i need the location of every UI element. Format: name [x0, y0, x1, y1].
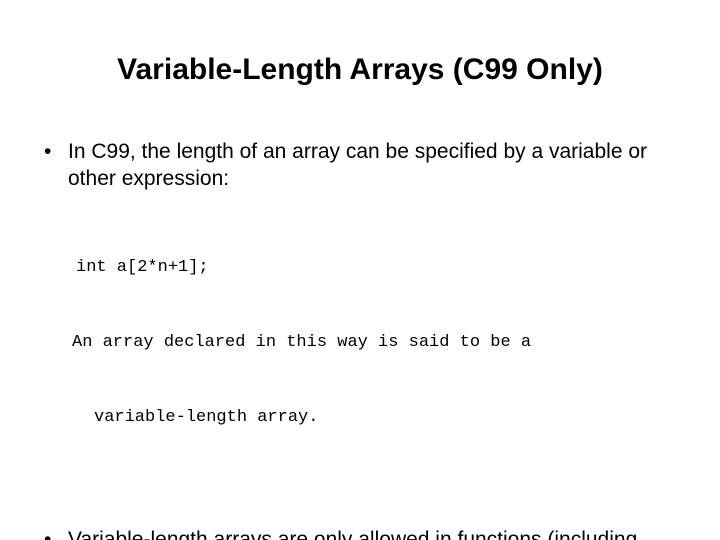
bullet-text-1: In C99, the length of an array can be sp…: [68, 140, 648, 190]
bullet-marker-icon: •: [44, 528, 52, 540]
bullet-item-2: • Variable-length arrays are only allowe…: [0, 526, 720, 540]
code-line-description: An array declared in this way is said to…: [72, 333, 532, 352]
slide-body: • In C99, the length of an array can be …: [0, 138, 720, 540]
code-line-declaration: int a[2*n+1];: [76, 258, 209, 277]
code-line-description-continued: variable-length array.: [94, 408, 319, 427]
slide-canvas: Variable-Length Arrays (C99 Only) • In C…: [0, 0, 720, 540]
bullet-marker-icon: •: [44, 140, 52, 163]
page-title: Variable-Length Arrays (C99 Only): [117, 53, 603, 86]
bullet-item-1: • In C99, the length of an array can be …: [0, 138, 720, 192]
code-block: int a[2*n+1]; An array declared in this …: [0, 205, 720, 480]
bullet-text-2: Variable-length arrays are only allowed …: [68, 528, 638, 540]
